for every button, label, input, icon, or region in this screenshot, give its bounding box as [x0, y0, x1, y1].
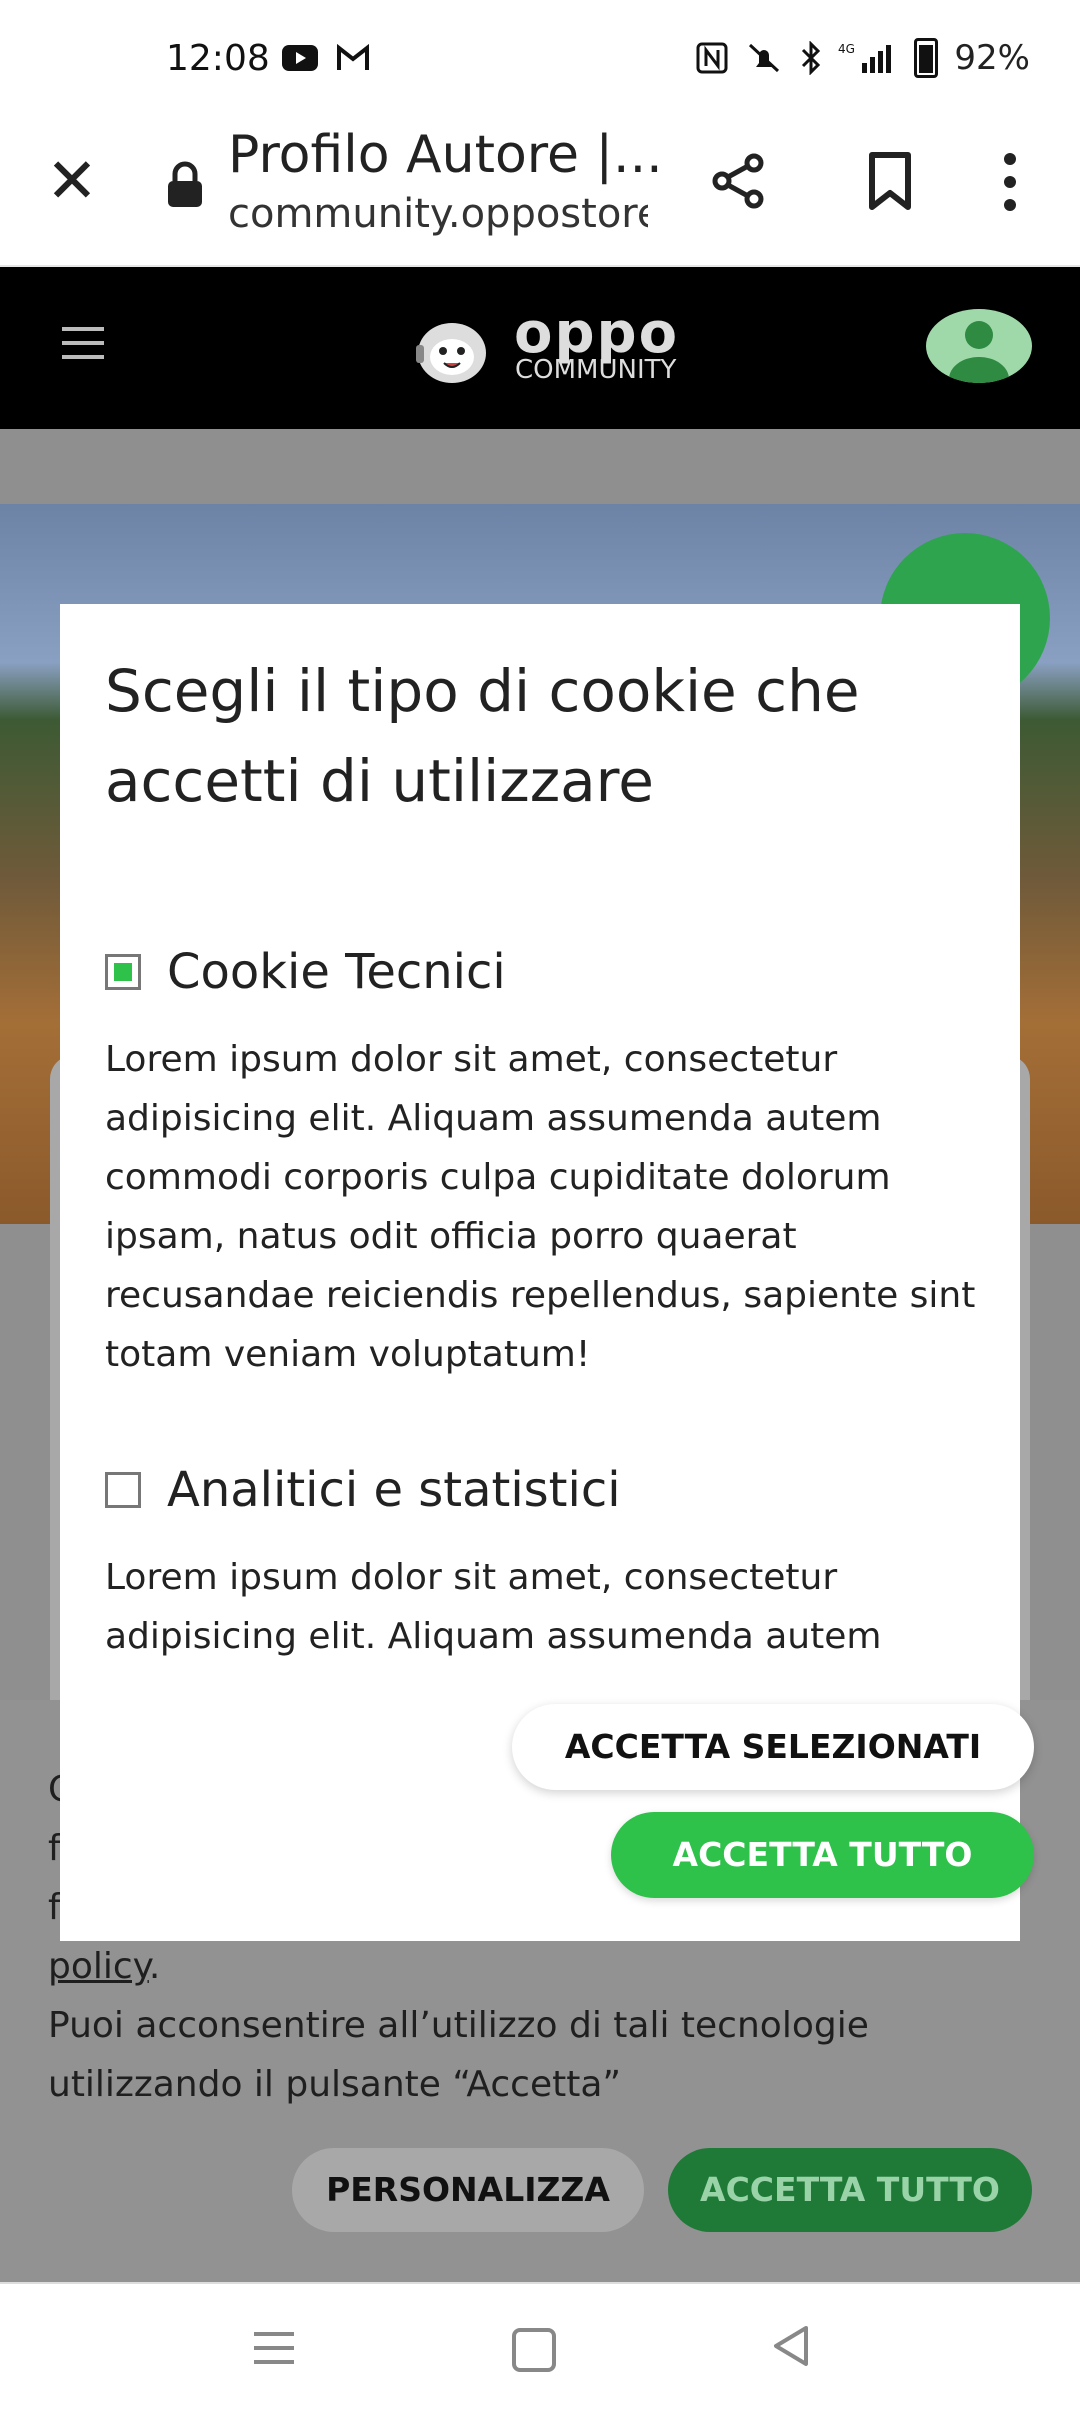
- avatar[interactable]: [926, 309, 1032, 383]
- url-text[interactable]: community.oppostore.it: [228, 191, 648, 237]
- policy-suffix: .: [148, 1946, 161, 1987]
- youtube-icon: [282, 45, 318, 71]
- battery-icon: [914, 38, 939, 78]
- status-left-icons: [282, 44, 370, 72]
- signal-4g-icon: 4G: [838, 42, 892, 73]
- option-label: Cookie Tecnici: [167, 944, 506, 1000]
- banner-accept-all-button[interactable]: ACCETTA TUTTO: [668, 2148, 1032, 2232]
- mascot-logo-icon[interactable]: [412, 313, 492, 385]
- bluetooth-icon: [802, 41, 821, 75]
- battery-percent: 92%: [954, 38, 1030, 78]
- description-line: Lorem ipsum dolor sit amet, consectetur: [105, 1039, 838, 1080]
- description-line: adipisicing elit. Aliquam assumenda aute…: [105, 1616, 882, 1657]
- option-analytics[interactable]: Analitici e statistici: [105, 1462, 621, 1518]
- technical-description: Lorem ipsum dolor sit amet, consectetur …: [105, 1030, 985, 1384]
- menu-icon[interactable]: [62, 327, 104, 369]
- back-icon[interactable]: [770, 2324, 812, 2368]
- dialog-title: Scegli il tipo di cookie che accetti di …: [105, 657, 860, 815]
- nfc-icon: [696, 42, 728, 74]
- option-label: Analitici e statistici: [167, 1462, 621, 1518]
- bookmark-icon[interactable]: [858, 149, 922, 213]
- svg-text:4G: 4G: [838, 42, 855, 56]
- analytics-cookies-checkbox[interactable]: [105, 1472, 141, 1508]
- close-icon[interactable]: ✕: [44, 150, 100, 212]
- description-line: recusandae reiciendis repellendus, sapie…: [105, 1275, 976, 1316]
- page-title[interactable]: Profilo Autore |...: [228, 125, 663, 185]
- banner-line: utilizzando il pulsante “Accetta”: [48, 2064, 622, 2105]
- analytics-description: Lorem ipsum dolor sit amet, consectetur …: [105, 1548, 985, 1672]
- policy-link[interactable]: policy: [48, 1946, 149, 1987]
- option-technical[interactable]: Cookie Tecnici: [105, 944, 506, 1000]
- description-line: adipisicing elit. Aliquam assumenda aute…: [105, 1098, 882, 1139]
- cookie-preferences-dialog: Scegli il tipo di cookie che accetti di …: [60, 604, 1034, 1941]
- personalize-button[interactable]: PERSONALIZZA: [292, 2148, 644, 2232]
- gmail-icon: [337, 44, 369, 70]
- description-line: ipsam, natus odit officia porro quaerat: [105, 1216, 797, 1257]
- description-line: commodi corporis culpa cupiditate doloru…: [105, 1157, 891, 1198]
- recents-icon[interactable]: [254, 2332, 294, 2374]
- description-line: totam veniam voluptatum!: [105, 1334, 591, 1375]
- share-icon[interactable]: [706, 149, 770, 213]
- user-icon: [949, 321, 1009, 383]
- accept-selected-button[interactable]: ACCETTA SELEZIONATI: [512, 1704, 1034, 1790]
- system-nav-bar: [0, 2282, 1080, 2414]
- banner-line: Puoi acconsentire all’utilizzo di tali t…: [48, 2005, 869, 2046]
- site-header: oppo COMMUNITY: [0, 267, 1080, 429]
- technical-cookies-checkbox[interactable]: [105, 954, 141, 990]
- lock-icon: [168, 161, 202, 207]
- accept-all-button[interactable]: ACCETTA TUTTO: [611, 1812, 1034, 1898]
- logo-subtext: COMMUNITY: [515, 355, 677, 385]
- status-bar: 12:08 4G 92%: [0, 0, 1080, 125]
- more-options-icon[interactable]: [980, 147, 1040, 217]
- status-right-icons: 4G 92%: [696, 38, 1030, 78]
- description-line: Lorem ipsum dolor sit amet, consectetur: [105, 1557, 838, 1598]
- mute-icon: [749, 43, 780, 73]
- home-icon[interactable]: [512, 2328, 556, 2372]
- browser-toolbar: ✕ Profilo Autore |... community.oppostor…: [0, 125, 1080, 267]
- status-time: 12:08: [166, 38, 270, 79]
